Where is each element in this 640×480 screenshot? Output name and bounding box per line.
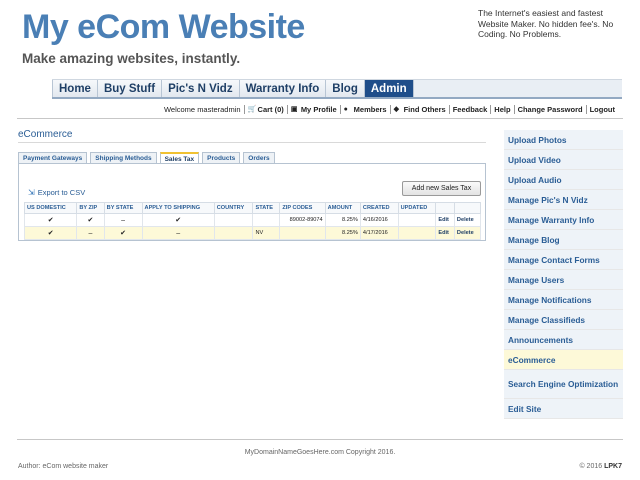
col-by-zip[interactable]: BY ZIP bbox=[76, 202, 105, 214]
export-icon: ⇲ bbox=[28, 188, 35, 197]
footer-copyright: MyDomainNameGoesHere.com Copyright 2016. bbox=[244, 449, 396, 456]
sidebar-item-manage-classifieds[interactable]: Manage Classifieds bbox=[504, 310, 623, 330]
sidebar-item-manage-warranty-info[interactable]: Manage Warranty Info bbox=[504, 210, 623, 230]
cell-us-domestic: ✔ bbox=[23, 226, 78, 240]
table-row: ✔ – ✔ – NV 8.25% 4/17/2016 Edit Delete bbox=[23, 226, 482, 240]
cart-label: Cart (0) bbox=[257, 105, 284, 114]
table-row: ✔ ✔ – ✔ 89002-89074 8.25% 4/16/2016 Edit… bbox=[23, 213, 482, 227]
cell-state: NV bbox=[252, 226, 281, 240]
site-subtitle: Make amazing websites, instantly. bbox=[22, 51, 241, 66]
col-zip-codes[interactable]: ZIP CODES bbox=[279, 202, 326, 214]
sidebar-item-manage-blog[interactable]: Manage Blog bbox=[504, 230, 623, 250]
cell-created: 4/17/2016 bbox=[359, 226, 399, 240]
footer-brand: © 2016 LPK7 bbox=[579, 463, 622, 470]
edit-link[interactable]: Edit bbox=[435, 213, 455, 227]
cell-amount: 8.25% bbox=[324, 213, 361, 227]
nav-tab-admin[interactable]: Admin bbox=[364, 80, 414, 97]
sidebar-item-manage-users[interactable]: Manage Users bbox=[504, 270, 623, 290]
cell-country bbox=[213, 226, 254, 240]
nav-tab-buy-stuff[interactable]: Buy Stuff bbox=[97, 80, 163, 97]
footer-divider bbox=[17, 439, 623, 440]
help-link[interactable]: Help bbox=[490, 105, 513, 114]
col-updated[interactable]: UPDATED bbox=[397, 202, 437, 214]
sales-tax-table: US DOMESTIC BY ZIP BY STATE APPLY TO SHI… bbox=[23, 202, 482, 240]
sidebar-item-announcements[interactable]: Announcements bbox=[504, 330, 623, 350]
add-sales-tax-button[interactable]: Add new Sales Tax bbox=[402, 181, 481, 196]
user-bar: Welcome masteradmin 🛒 Cart (0) ▣ My Profil… bbox=[161, 105, 618, 114]
header-divider bbox=[17, 118, 623, 119]
edit-link[interactable]: Edit bbox=[435, 226, 455, 240]
page-title: eCommerce bbox=[18, 129, 73, 140]
members-link[interactable]: ● Members bbox=[339, 105, 390, 114]
cell-country bbox=[213, 213, 254, 227]
sidebar-item-upload-video[interactable]: Upload Video bbox=[504, 150, 623, 170]
change-password-link[interactable]: Change Password bbox=[513, 105, 586, 114]
nav-tab-blog[interactable]: Blog bbox=[326, 80, 365, 97]
nav-tab-warranty-info[interactable]: Warranty Info bbox=[239, 80, 327, 97]
find-others-label: Find Others bbox=[403, 105, 446, 114]
col-amount[interactable]: AMOUNT bbox=[324, 202, 361, 214]
col-by-state[interactable]: BY STATE bbox=[103, 202, 143, 214]
table-header-row: US DOMESTIC BY ZIP BY STATE APPLY TO SHI… bbox=[23, 202, 482, 214]
cell-us-domestic: ✔ bbox=[23, 213, 78, 227]
cell-updated bbox=[397, 226, 437, 240]
cell-state bbox=[252, 213, 281, 227]
cell-created: 4/16/2016 bbox=[359, 213, 399, 227]
sidebar-item-seo[interactable]: Search Engine Optimization bbox=[504, 370, 623, 399]
cart-link[interactable]: 🛒 Cart (0) bbox=[243, 105, 287, 114]
cell-zip-codes: 89002-89074 bbox=[279, 213, 326, 227]
sidebar-item-edit-site[interactable]: Edit Site bbox=[504, 399, 623, 419]
col-apply-shipping[interactable]: APPLY TO SHIPPING bbox=[141, 202, 215, 214]
export-csv-link[interactable]: ⇲ Export to CSV bbox=[28, 188, 85, 197]
sidebar-item-manage-notifications[interactable]: Manage Notifications bbox=[504, 290, 623, 310]
feedback-link[interactable]: Feedback bbox=[448, 105, 491, 114]
cell-by-state: ✔ bbox=[103, 226, 143, 240]
col-state[interactable]: STATE bbox=[252, 202, 281, 214]
site-title: My eCom Website bbox=[22, 8, 305, 46]
sidebar-item-ecommerce[interactable]: eCommerce bbox=[504, 350, 623, 370]
tagline: The Internet's easiest and fastest Websi… bbox=[478, 8, 614, 39]
main-nav: Home Buy Stuff Pic's N Vidz Warranty Inf… bbox=[52, 79, 622, 99]
cell-by-zip: ✔ bbox=[76, 213, 105, 227]
delete-link[interactable]: Delete bbox=[453, 226, 482, 240]
cell-zip-codes bbox=[279, 226, 326, 240]
profile-link[interactable]: ▣ My Profile bbox=[286, 105, 340, 114]
col-delete bbox=[453, 202, 482, 214]
delete-link[interactable]: Delete bbox=[453, 213, 482, 227]
welcome-label: Welcome masteradmin bbox=[163, 105, 241, 114]
nav-tab-pics-n-vidz[interactable]: Pic's N Vidz bbox=[162, 80, 240, 97]
export-label: Export to CSV bbox=[37, 188, 86, 197]
cell-apply-shipping: ✔ bbox=[141, 213, 215, 227]
profile-icon: ▣ bbox=[290, 106, 298, 113]
sidebar-item-upload-photos[interactable]: Upload Photos bbox=[504, 130, 623, 150]
col-created[interactable]: CREATED bbox=[359, 202, 399, 214]
sales-tax-panel: Add new Sales Tax ⇲ Export to CSV US DOM… bbox=[18, 163, 486, 241]
cart-icon: 🛒 bbox=[247, 106, 257, 113]
sidebar-item-manage-contact-forms[interactable]: Manage Contact Forms bbox=[504, 250, 623, 270]
profile-label: My Profile bbox=[300, 105, 337, 114]
find-others-link[interactable]: ◆ Find Others bbox=[389, 105, 449, 114]
cell-amount: 8.25% bbox=[324, 226, 361, 240]
find-others-icon: ◆ bbox=[393, 106, 399, 113]
logout-link[interactable]: Logout bbox=[585, 105, 618, 114]
col-edit bbox=[435, 202, 455, 214]
sidebar-item-manage-pics-n-vidz[interactable]: Manage Pic's N Vidz bbox=[504, 190, 623, 210]
title-divider bbox=[18, 142, 486, 143]
col-country[interactable]: COUNTRY bbox=[213, 202, 254, 214]
admin-sidebar: Upload Photos Upload Video Upload Audio … bbox=[504, 130, 623, 419]
members-icon: ● bbox=[343, 106, 348, 113]
sidebar-item-upload-audio[interactable]: Upload Audio bbox=[504, 170, 623, 190]
members-label: Members bbox=[353, 105, 387, 114]
col-us-domestic[interactable]: US DOMESTIC bbox=[23, 202, 78, 214]
brand-name: LPK7 bbox=[604, 463, 622, 470]
cell-apply-shipping: – bbox=[141, 226, 215, 240]
cell-by-zip: – bbox=[76, 226, 105, 240]
cell-by-state: – bbox=[103, 213, 143, 227]
brand-prefix: © 2016 bbox=[579, 463, 603, 470]
welcome-text: Welcome masteradmin bbox=[161, 105, 244, 114]
nav-tab-home[interactable]: Home bbox=[52, 80, 98, 97]
cell-updated bbox=[397, 213, 437, 227]
footer-author: Author: eCom website maker bbox=[18, 463, 109, 470]
